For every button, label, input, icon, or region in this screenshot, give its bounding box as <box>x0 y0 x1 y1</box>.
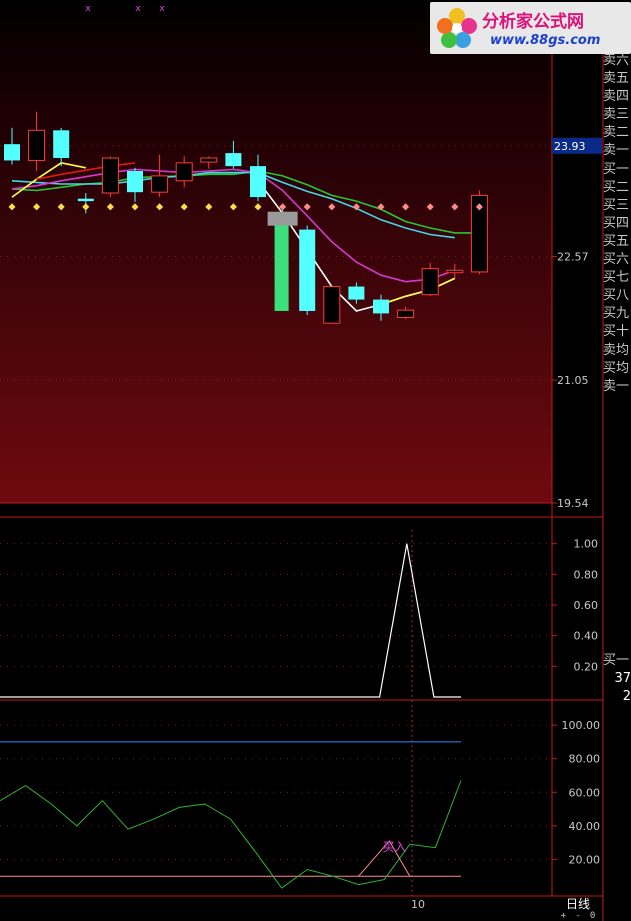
candle-body <box>250 166 266 198</box>
order-row-label: 卖四 <box>603 89 630 105</box>
candle-body <box>127 171 143 193</box>
candle-body <box>151 175 169 193</box>
indicator-1-panel <box>0 543 461 698</box>
ind1-line <box>0 543 461 698</box>
order-row-label: 卖一 <box>603 143 630 159</box>
candle-body <box>175 162 193 182</box>
ind2-line <box>0 780 462 889</box>
candle-body <box>397 309 415 318</box>
zoom-in-button[interactable]: + <box>561 911 566 921</box>
order-row-label: 买四 <box>603 215 630 231</box>
order-row-label: 卖一 <box>603 378 630 394</box>
candle-body <box>53 130 70 158</box>
order-row-label: 买六 <box>603 252 630 268</box>
ind1-tick-label: 1.00 <box>574 538 599 551</box>
candle-body <box>323 286 341 324</box>
order-book-lower: 买一 37 2 <box>603 652 631 706</box>
order-row-label: 卖六 <box>603 53 630 68</box>
ind1-tick-label: 0.80 <box>574 568 599 581</box>
top-marker: x <box>159 4 165 14</box>
candle-body <box>299 229 316 311</box>
candle-body <box>373 299 389 314</box>
flower-logo-icon <box>437 8 477 48</box>
ind2-tick-label: 20.00 <box>569 853 601 866</box>
candle-body <box>348 286 365 300</box>
ind2-tick-label: 40.00 <box>569 820 601 833</box>
order-row-label: 买均 <box>603 360 630 376</box>
order-lower-row: 37 <box>614 671 631 687</box>
top-marker: x <box>135 4 141 14</box>
price-label: 21.05 <box>557 374 589 387</box>
ind1-tick-label: 0.40 <box>574 630 599 643</box>
order-row-label: 卖五 <box>603 71 630 87</box>
candle-body <box>421 268 439 296</box>
chart-stage: 23.93 22.57 21.05 19.54 1.00 0.80 0.60 0.40 0.20… <box>0 0 604 921</box>
order-row-label: 买二 <box>603 179 630 195</box>
highlight-block <box>267 211 298 226</box>
order-row-label: 买九 <box>603 306 630 322</box>
order-row-label: 买五 <box>603 233 630 249</box>
buy-signal-label: 买入 <box>382 840 406 854</box>
order-book-list: 卖六 卖五 卖四 卖三 卖二 卖一 买一 买二 买三 买四 买五 买六 买七 买八 买九 买十 卖均 买均 卖一 <box>603 52 631 396</box>
price-label: 22.57 <box>557 250 589 263</box>
order-row-label: 买八 <box>603 288 630 304</box>
order-lower-row: 2 <box>622 689 631 705</box>
ind2-tick-label: 100.00 <box>562 719 601 732</box>
order-row-label: 买七 <box>603 270 630 286</box>
date-label: 10 <box>411 898 425 911</box>
price-label: 23.93 <box>554 140 586 153</box>
zoom-controls: + - 0 <box>556 911 600 921</box>
ind2-tick-label: 80.00 <box>569 753 601 766</box>
ind1-tick-label: 0.60 <box>574 599 599 612</box>
candle-body <box>101 157 119 194</box>
candle-body <box>200 157 218 163</box>
candle-body <box>28 129 46 161</box>
order-row-label: 卖二 <box>603 125 630 141</box>
period-label[interactable]: 日线 <box>556 895 600 911</box>
order-row-label: 买三 <box>603 197 630 213</box>
zoom-out-button[interactable]: - <box>575 911 580 921</box>
order-lower-row: 买一 <box>603 653 630 668</box>
candle-body <box>4 144 20 161</box>
candle-body-accent <box>274 225 289 311</box>
price-label: 19.54 <box>557 497 589 510</box>
indicator-2-panel: 买入 <box>0 741 462 889</box>
candle-body <box>446 269 464 274</box>
zoom-reset-button[interactable]: 0 <box>590 911 595 921</box>
site-logo: 分析家公式网 www.88gs.com <box>430 2 631 54</box>
logo-url: www.88gs.com <box>490 33 601 48</box>
ind1-tick-label: 0.20 <box>574 660 599 673</box>
candle-body <box>77 198 94 202</box>
order-row-label: 买一 <box>603 161 630 177</box>
candle-body <box>225 153 242 167</box>
order-row-label: 买十 <box>603 324 630 340</box>
top-marker: x <box>85 4 91 14</box>
logo-brand: 分析家公式网 <box>482 12 584 32</box>
order-row-label: 卖三 <box>603 107 630 123</box>
ind2-tick-label: 60.00 <box>569 786 601 799</box>
order-row-label: 卖均 <box>603 342 630 358</box>
